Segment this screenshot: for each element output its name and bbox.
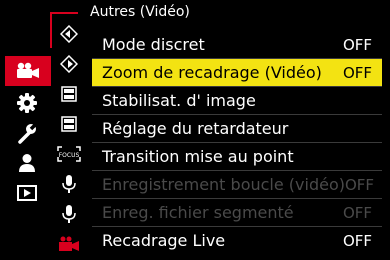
menu-item-value: OFF [342, 63, 372, 82]
camera-menu-screen: Autres (Vidéo) FOCUS Mode discret OFF Zo… [0, 0, 390, 260]
diamond-arrow-icon[interactable] [54, 22, 84, 46]
menu-item-label: Réglage du retardateur [102, 119, 289, 138]
menu-item-recadrage-live[interactable]: Recadrage Live OFF [92, 227, 382, 254]
menu-item-label: Stabilisat. d' image [102, 91, 256, 110]
playback-icon[interactable] [5, 178, 49, 208]
menu-item-reglage-du-retardateur[interactable]: Réglage du retardateur [92, 115, 382, 142]
wrench-icon[interactable] [5, 118, 49, 148]
menu-item-mode-discret[interactable]: Mode discret OFF [92, 31, 382, 58]
selection-connector-horizontal [50, 12, 78, 14]
film-icon[interactable] [54, 82, 84, 106]
menu-item-label: Mode discret [102, 35, 205, 54]
red-camera-icon[interactable] [54, 232, 84, 256]
menu-item-value: OFF [342, 231, 372, 250]
menu-item-value: OFF [342, 35, 372, 54]
video-camera-icon[interactable] [5, 56, 51, 86]
menu-item-label: Enregistrement boucle (vidéo) [102, 175, 345, 194]
menu-item-value: OFF [344, 175, 375, 194]
focus-icon-text: FOCUS [59, 152, 80, 159]
film-icon[interactable] [54, 112, 84, 136]
menu-item-zoom-de-recadrage-video[interactable]: Zoom de recadrage (Vidéo) OFF [92, 59, 382, 86]
focus-icon[interactable]: FOCUS [54, 142, 84, 166]
menu-item-stabilisat-image[interactable]: Stabilisat. d' image [92, 87, 382, 114]
diamond-arrow-icon[interactable] [54, 52, 84, 76]
person-icon[interactable] [5, 148, 49, 178]
selection-connector-vertical [50, 12, 52, 48]
menu-item-label: Recadrage Live [102, 231, 226, 250]
menu-item-label: Transition mise au point [102, 147, 294, 166]
menu-item-value: OFF [342, 203, 372, 222]
gear-icon[interactable] [5, 88, 49, 118]
menu-header-title: Autres (Vidéo) [90, 4, 190, 20]
menu-item-enreg-fichier-segmente[interactable]: Enreg. fichier segmenté OFF [92, 199, 382, 226]
microphone-icon[interactable] [54, 202, 84, 226]
menu-item-label: Zoom de recadrage (Vidéo) [102, 63, 322, 82]
main-category-bar [5, 48, 51, 258]
microphone-icon[interactable] [54, 172, 84, 196]
sub-category-bar: FOCUS [54, 22, 84, 260]
menu-item-transition-mise-au-point[interactable]: Transition mise au point [92, 143, 382, 170]
menu-item-label: Enreg. fichier segmenté [102, 203, 294, 222]
menu-item-enregistrement-boucle-video[interactable]: Enregistrement boucle (vidéo) OFF [92, 171, 382, 198]
